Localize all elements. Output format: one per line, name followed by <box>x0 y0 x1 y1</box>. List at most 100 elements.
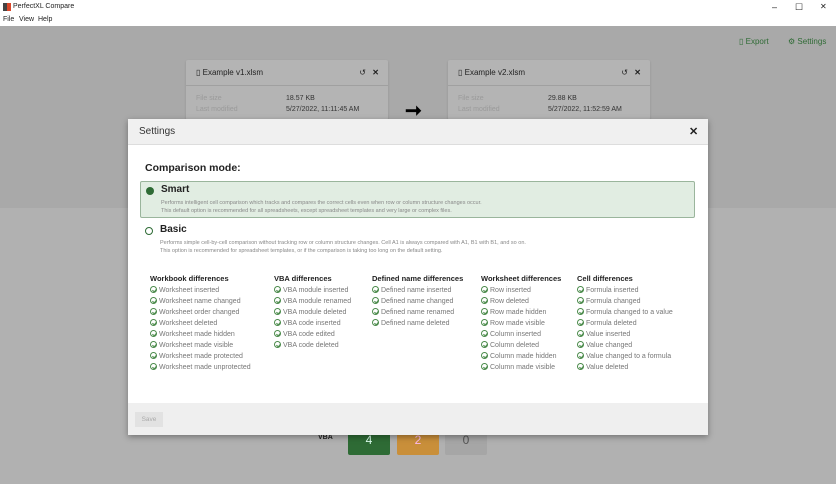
difference-item: Row made visible <box>481 318 561 329</box>
difference-item: Formula inserted <box>577 285 673 296</box>
difference-item: Worksheet made hidden <box>150 329 251 340</box>
item-label: Defined name renamed <box>381 309 455 316</box>
group-title: Cell differences <box>577 274 633 283</box>
radio-unselected-icon[interactable] <box>145 227 153 235</box>
difference-item: Row made hidden <box>481 307 561 318</box>
menu-file[interactable]: File <box>3 14 14 26</box>
check-circle-icon <box>481 341 488 348</box>
check-circle-icon <box>577 308 584 315</box>
minimize-button[interactable]: – <box>772 0 777 14</box>
item-label: Column inserted <box>490 331 541 338</box>
mode-option-basic[interactable]: Basic Performs simple cell-by-cell compa… <box>140 223 695 260</box>
check-circle-icon <box>274 330 281 337</box>
maximize-button[interactable]: ☐ <box>795 0 803 14</box>
app-title: PerfectXL Compare <box>13 3 75 10</box>
difference-item: Row deleted <box>481 296 561 307</box>
item-label: VBA code edited <box>283 331 335 338</box>
item-label: VBA module renamed <box>283 298 352 305</box>
difference-group: VBA differences VBA module inserted VBA mo… <box>274 274 351 351</box>
check-circle-icon <box>577 352 584 359</box>
difference-item: Column made visible <box>481 362 561 373</box>
difference-item: Formula changed to a value <box>577 307 673 318</box>
difference-item: Defined name inserted <box>372 285 463 296</box>
difference-item: Worksheet name changed <box>150 296 251 307</box>
reload-icon[interactable]: ↺ <box>359 60 366 86</box>
item-label: Row made hidden <box>490 309 547 316</box>
difference-item: Worksheet made visible <box>150 340 251 351</box>
menu-bar: File View Help <box>0 14 836 26</box>
difference-item: Defined name deleted <box>372 318 463 329</box>
file-size-label: File size <box>196 95 222 102</box>
difference-item: Column inserted <box>481 329 561 340</box>
difference-item: VBA code deleted <box>274 340 351 351</box>
file-name: Example v2.xlsm <box>464 68 526 77</box>
difference-item: Worksheet made unprotected <box>150 362 251 373</box>
item-label: Worksheet made unprotected <box>159 364 251 371</box>
close-dialog-button[interactable]: ✕ <box>689 125 698 138</box>
difference-item: Worksheet deleted <box>150 318 251 329</box>
check-circle-icon <box>577 286 584 293</box>
check-circle-icon <box>481 363 488 370</box>
item-label: Worksheet deleted <box>159 320 218 327</box>
last-modified: 5/27/2022, 11:52:59 AM <box>548 106 622 113</box>
item-label: Column made visible <box>490 364 555 371</box>
file-card-2: ▯ Example v2.xlsm ↺ ✕ File size 29.88 KB … <box>448 60 650 120</box>
item-label: Row inserted <box>490 287 531 294</box>
file-icon: ▯ <box>458 68 465 77</box>
file-size: 29.88 KB <box>548 95 577 102</box>
item-label: Worksheet made visible <box>159 342 234 349</box>
difference-group: Defined name differences Defined name ins… <box>372 274 463 329</box>
last-modified-label: Last modified <box>196 106 238 113</box>
difference-item: VBA code edited <box>274 329 351 340</box>
option-label: Smart <box>161 184 190 195</box>
reload-icon[interactable]: ↺ <box>621 60 628 86</box>
item-label: Formula changed to a value <box>586 309 673 316</box>
settings-dialog: Settings ✕ Comparison mode: Smart Perfor… <box>128 119 708 435</box>
dialog-header: Settings ✕ <box>128 119 708 145</box>
dialog-title: Settings <box>139 126 176 137</box>
check-circle-icon <box>274 319 281 326</box>
group-title: Defined name differences <box>372 274 464 283</box>
remove-icon[interactable]: ✕ <box>372 60 379 86</box>
check-circle-icon <box>150 352 157 359</box>
settings-button[interactable]: ⚙ Settings <box>788 37 826 46</box>
comparison-mode-heading: Comparison mode: <box>145 162 241 174</box>
settings-label: Settings <box>797 37 827 46</box>
difference-item: VBA module inserted <box>274 285 351 296</box>
check-circle-icon <box>274 286 281 293</box>
difference-item: VBA module renamed <box>274 296 351 307</box>
difference-item: VBA module deleted <box>274 307 351 318</box>
check-circle-icon <box>150 363 157 370</box>
last-modified: 5/27/2022, 11:11:45 AM <box>286 106 360 113</box>
difference-item: Worksheet made protected <box>150 351 251 362</box>
check-circle-icon <box>274 341 281 348</box>
file-size-label: File size <box>458 95 484 102</box>
item-label: Value deleted <box>586 364 629 371</box>
check-circle-icon <box>481 330 488 337</box>
difference-item: Value changed <box>577 340 673 351</box>
file-icon: ▯ <box>196 68 203 77</box>
app-logo-icon <box>3 3 11 11</box>
check-circle-icon <box>372 319 379 326</box>
close-window-button[interactable]: ✕ <box>820 0 827 14</box>
group-title: Worksheet differences <box>481 274 562 283</box>
export-button[interactable]: ▯ Export <box>739 37 769 46</box>
item-label: Value changed <box>586 342 633 349</box>
difference-item: Defined name changed <box>372 296 463 307</box>
menu-view[interactable]: View <box>19 14 34 26</box>
mode-option-smart[interactable]: Smart Performs intelligent cell comparis… <box>140 181 695 218</box>
remove-icon[interactable]: ✕ <box>634 60 641 86</box>
check-circle-icon <box>481 308 488 315</box>
difference-group: Workbook differences Worksheet inserted Wo… <box>150 274 251 373</box>
menu-help[interactable]: Help <box>38 14 52 26</box>
radio-selected-icon[interactable] <box>146 187 154 195</box>
item-label: Worksheet made hidden <box>159 331 235 338</box>
item-label: VBA module deleted <box>283 309 347 316</box>
difference-item: Value changed to a formula <box>577 351 673 362</box>
difference-item: Formula changed <box>577 296 673 307</box>
option-description: Performs simple cell-by-cell comparison … <box>160 240 526 254</box>
item-label: Row made visible <box>490 320 545 327</box>
file-card-1: ▯ Example v1.xlsm ↺ ✕ File size 18.57 KB … <box>186 60 388 120</box>
export-label: Export <box>745 37 769 46</box>
save-button[interactable]: Save <box>135 412 163 427</box>
